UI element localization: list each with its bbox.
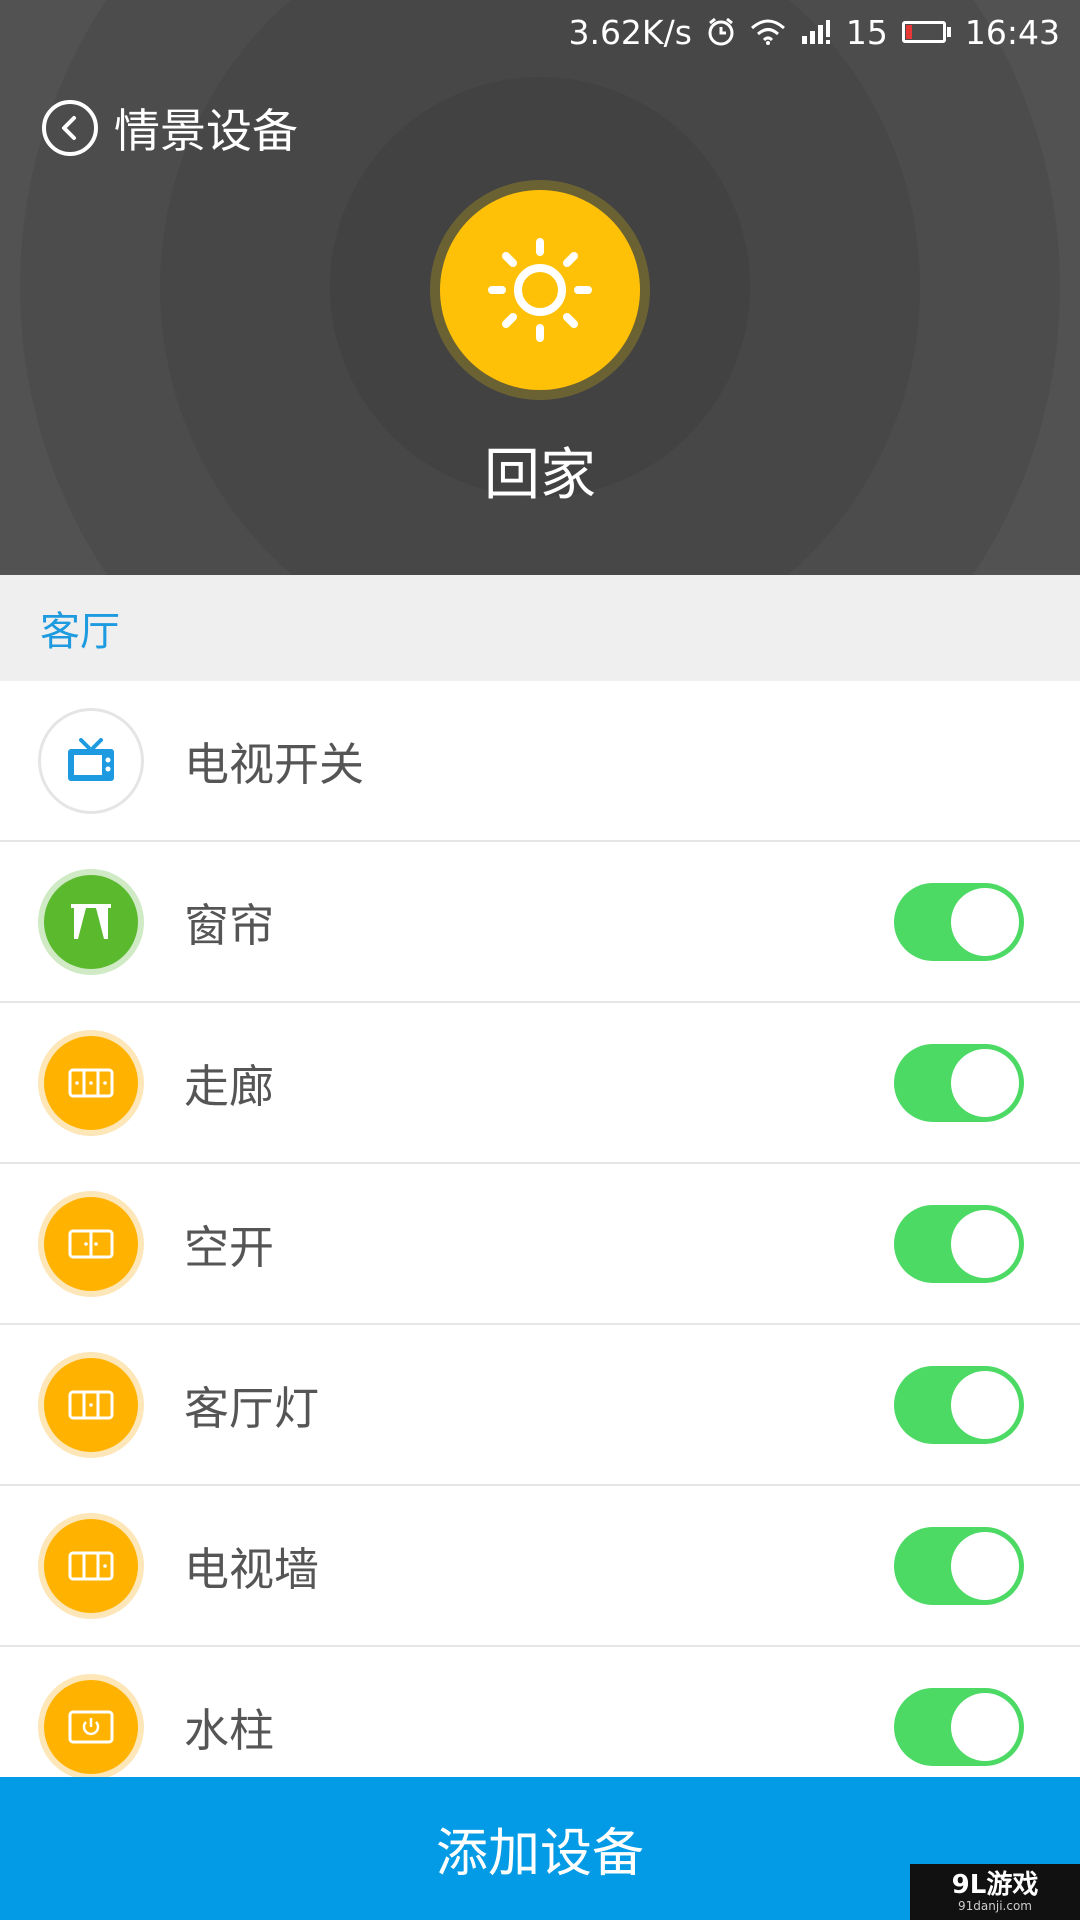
device-list: 电视开关 窗帘 走廊 空开 客厅灯 电视墙 水柱 (0, 681, 1080, 1808)
curtain-toggle[interactable] (894, 882, 1024, 961)
watermark-logo: 9L游戏 91danji.com (910, 1864, 1080, 1920)
device-label: 水柱 (184, 1704, 275, 1757)
scene-header: 3.62K/s 15 16:43 情景设备 回家 (0, 0, 1080, 575)
sun-icon (488, 238, 592, 342)
device-label: 电视开关 (184, 738, 365, 791)
status-bar: 3.62K/s 15 16:43 (568, 0, 1060, 64)
network-speed: 3.62K/s (568, 12, 692, 52)
room-title: 客厅 (40, 609, 120, 655)
switch-panel-icon (38, 1351, 144, 1458)
watermark-sub: 91danji.com (958, 1899, 1032, 1913)
device-row-curtain[interactable]: 窗帘 (0, 842, 1080, 1003)
back-arrow-icon[interactable] (42, 100, 98, 156)
living-room-light-toggle[interactable] (894, 1365, 1024, 1444)
battery-level: 15 (845, 12, 888, 52)
switch-panel-icon (38, 1190, 144, 1297)
device-row-living-room-light[interactable]: 客厅灯 (0, 1325, 1080, 1486)
curtain-icon (38, 868, 144, 975)
wifi-icon (750, 18, 786, 46)
device-label: 走廊 (184, 1060, 275, 1113)
water-column-toggle[interactable] (894, 1687, 1024, 1766)
battery-icon (901, 21, 951, 43)
scene-icon[interactable] (430, 180, 650, 400)
device-row-tv-wall[interactable]: 电视墙 (0, 1486, 1080, 1647)
switch-panel-icon (38, 1512, 144, 1619)
page-title: 情景设备 (114, 104, 298, 158)
device-label: 电视墙 (184, 1543, 320, 1596)
room-section-header: 客厅 (0, 575, 1080, 681)
breaker-toggle[interactable] (894, 1204, 1024, 1283)
power-socket-icon (38, 1673, 144, 1780)
watermark-main: 9L游戏 (951, 1870, 1039, 1900)
alarm-icon (706, 17, 736, 47)
clock: 16:43 (964, 12, 1060, 52)
scene-name: 回家 (484, 443, 596, 508)
tv-wall-toggle[interactable] (894, 1526, 1024, 1605)
device-row-corridor[interactable]: 走廊 (0, 1003, 1080, 1164)
corridor-toggle[interactable] (894, 1043, 1024, 1122)
tv-icon (38, 707, 144, 814)
device-label: 客厅灯 (184, 1382, 320, 1435)
device-row-tv-switch[interactable]: 电视开关 (0, 681, 1080, 842)
back-button[interactable]: 情景设备 (42, 98, 298, 158)
device-label: 窗帘 (184, 899, 275, 952)
device-label: 空开 (184, 1221, 275, 1274)
signal-icon (800, 18, 832, 46)
device-row-breaker[interactable]: 空开 (0, 1164, 1080, 1325)
switch-panel-icon (38, 1029, 144, 1136)
